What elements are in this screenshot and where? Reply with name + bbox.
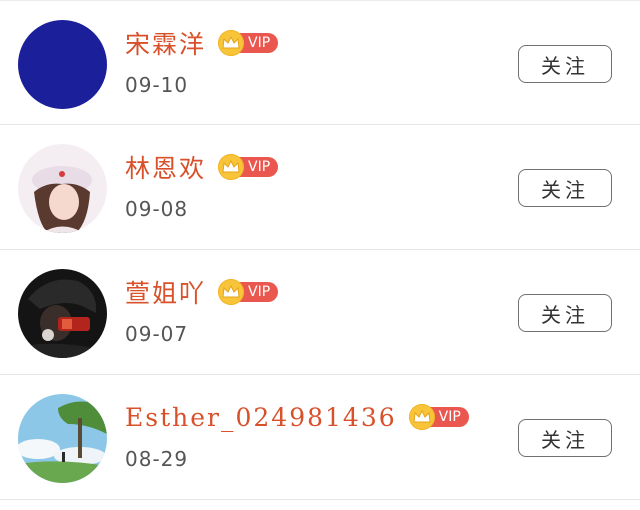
crown-icon: [218, 279, 245, 305]
username[interactable]: 萱姐吖: [125, 274, 206, 310]
list-item[interactable]: 林恩欢 VIP 09-08 关注: [0, 125, 640, 250]
vip-badge: VIP: [218, 30, 279, 56]
vip-badge: VIP: [218, 279, 279, 305]
follow-button[interactable]: 关注: [518, 294, 612, 332]
crown-icon: [408, 404, 435, 430]
crown-icon: [218, 154, 245, 180]
avatar-image: [18, 394, 107, 483]
username[interactable]: 宋霖洋: [125, 25, 206, 61]
username[interactable]: Esther_024981436: [125, 403, 397, 432]
list-item[interactable]: 宋霖洋 VIP 09-10 关注: [0, 0, 640, 125]
follow-list: 宋霖洋 VIP 09-10 关注 林恩欢 VIP 09-08 关注 萱姐吖 VI…: [0, 0, 640, 510]
name-line: 林恩欢 VIP: [125, 149, 279, 185]
crown-icon: [218, 30, 245, 56]
follow-date: 08-29: [125, 447, 189, 471]
list-item[interactable]: 萱姐吖 VIP 09-07 关注: [0, 250, 640, 375]
name-line: 萱姐吖 VIP: [125, 274, 279, 310]
vip-badge: VIP: [408, 404, 469, 430]
follow-button[interactable]: 关注: [518, 45, 612, 83]
avatar-image: [18, 144, 107, 233]
follow-date: 09-10: [125, 73, 189, 97]
avatar[interactable]: [18, 394, 107, 483]
follow-date: 09-07: [125, 322, 189, 346]
list-item[interactable]: Esther_024981436 VIP 08-29 关注: [0, 375, 640, 500]
avatar-image: [18, 269, 107, 358]
username[interactable]: 林恩欢: [125, 149, 206, 185]
avatar[interactable]: [18, 269, 107, 358]
avatar[interactable]: [18, 20, 107, 109]
name-line: Esther_024981436 VIP: [125, 399, 469, 435]
follow-button[interactable]: 关注: [518, 419, 612, 457]
follow-button[interactable]: 关注: [518, 169, 612, 207]
avatar[interactable]: [18, 144, 107, 233]
avatar-image: [18, 20, 107, 109]
follow-date: 09-08: [125, 197, 189, 221]
name-line: 宋霖洋 VIP: [125, 25, 279, 61]
vip-badge: VIP: [218, 154, 279, 180]
